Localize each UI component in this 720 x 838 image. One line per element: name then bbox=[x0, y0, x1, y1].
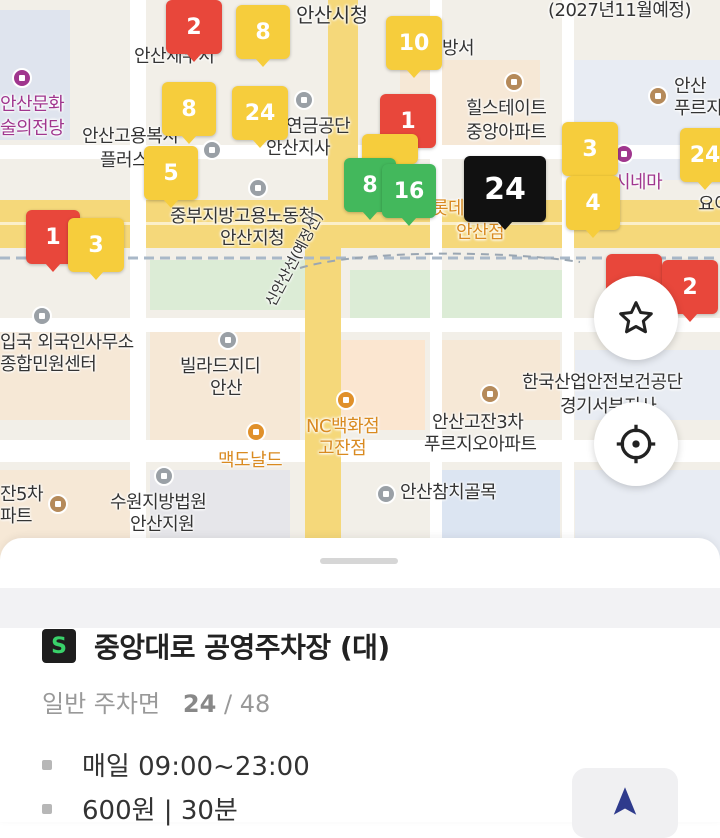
landmark-icon bbox=[218, 330, 238, 350]
fee-row: 600원 | 30분 bbox=[42, 790, 238, 827]
label-hillstate-1: 힐스테이트 bbox=[466, 98, 547, 119]
parking-marker[interactable]: 24 bbox=[680, 128, 720, 190]
building-icon bbox=[294, 90, 314, 110]
label-planned: (2027년11월예정) bbox=[548, 0, 692, 21]
label-city-hall: 안산시청 bbox=[296, 3, 368, 27]
availability-count: 24 bbox=[182, 690, 217, 718]
label-nc-1: NC백화점 bbox=[306, 416, 380, 437]
label-employ-2: 플러스 bbox=[100, 150, 149, 171]
label-gojan-2: 푸르지오아파트 bbox=[424, 434, 537, 455]
apartment-icon bbox=[48, 494, 68, 514]
parking-marker[interactable]: 8 bbox=[236, 5, 290, 67]
label-prugio-1: 안산 bbox=[674, 76, 707, 97]
parking-marker-selected[interactable]: 24 bbox=[464, 156, 546, 230]
availability-label: 일반 주차면 bbox=[42, 690, 161, 718]
building-icon bbox=[248, 178, 268, 198]
label-labor-2: 안산지청 bbox=[220, 228, 285, 249]
label-gojan5-1: 잔5차 bbox=[0, 484, 44, 505]
parking-marker[interactable]: 4 bbox=[566, 176, 620, 238]
label-lotte-1: 롯데 bbox=[432, 198, 465, 219]
label-gojan5-2: 파트 bbox=[0, 506, 33, 527]
star-icon bbox=[619, 301, 653, 334]
label-villa-1: 빌라드지디 bbox=[180, 356, 261, 377]
label-chamchi: 안산참치골목 bbox=[400, 482, 497, 503]
label-hillstate-2: 중앙아파트 bbox=[466, 122, 547, 143]
parking-title: 중앙대로 공영주차장 (대) bbox=[94, 631, 390, 664]
apartment-icon bbox=[648, 86, 668, 106]
favorite-button[interactable] bbox=[594, 276, 678, 360]
label-immigration-2: 종합민원센터 bbox=[0, 354, 97, 375]
label-prugio-2: 푸르지 bbox=[674, 98, 720, 119]
availability-total: 48 bbox=[239, 690, 271, 718]
map-view[interactable]: 안산시청 (2027년11월예정) 안산세무서 방서 안산문화 술의전당 안산고… bbox=[0, 0, 720, 560]
parking-marker[interactable]: 10 bbox=[386, 16, 442, 78]
parking-marker[interactable]: 3 bbox=[68, 218, 124, 280]
parking-detail-sheet[interactable]: S 중앙대로 공영주차장 (대) 일반 주차면 24 / 48 매일 09:00… bbox=[0, 538, 720, 838]
label-pension-1: 연금공단 bbox=[286, 116, 351, 137]
hours-row: 매일 09:00~23:00 bbox=[42, 746, 310, 783]
building-icon bbox=[32, 306, 52, 326]
culture-center-icon bbox=[12, 68, 32, 88]
label-fire-station: 방서 bbox=[442, 38, 475, 59]
availability-separator: / bbox=[223, 690, 233, 718]
parking-marker[interactable]: 2 bbox=[166, 0, 222, 62]
parking-type-badge: S bbox=[42, 629, 76, 663]
label-gojan-1: 안산고잔3차 bbox=[432, 412, 524, 433]
label-villa-2: 안산 bbox=[210, 378, 243, 399]
label-court-1: 수원지방법원 bbox=[110, 492, 207, 513]
label-nc-2: 고잔점 bbox=[318, 438, 367, 459]
navigation-arrow-icon bbox=[613, 787, 637, 815]
apartment-icon bbox=[504, 72, 524, 92]
flag-icon bbox=[376, 484, 396, 504]
parking-marker[interactable]: 24 bbox=[232, 86, 288, 148]
building-icon bbox=[202, 140, 222, 160]
navigate-button[interactable] bbox=[572, 768, 678, 838]
crosshair-icon bbox=[616, 424, 656, 464]
label-cinema: 시네마 bbox=[614, 172, 663, 193]
parking-marker[interactable]: 3 bbox=[562, 122, 618, 184]
label-culture-1: 안산문화 bbox=[0, 94, 65, 115]
label-labor-1: 중부지방고용노동청 bbox=[170, 206, 315, 227]
label-kosha-1: 한국산업안전보건공단 bbox=[522, 372, 683, 393]
court-icon bbox=[154, 466, 174, 486]
label-mcdonalds: 맥도날드 bbox=[218, 450, 283, 471]
apartment-icon bbox=[480, 384, 500, 404]
bullet-icon bbox=[42, 759, 52, 770]
parking-title-row: S 중앙대로 공영주차장 (대) bbox=[42, 626, 390, 666]
label-pension-2: 안산지사 bbox=[266, 138, 331, 159]
label-immigration-1: 입국 외국인사무소 bbox=[0, 332, 134, 353]
parking-marker[interactable]: 5 bbox=[144, 146, 198, 208]
operating-hours: 매일 09:00~23:00 bbox=[82, 752, 310, 782]
label-culture-2: 술의전당 bbox=[0, 118, 65, 139]
label-court-2: 안산지원 bbox=[130, 514, 195, 535]
parking-availability: 일반 주차면 24 / 48 bbox=[42, 684, 270, 719]
locate-button[interactable] bbox=[594, 402, 678, 486]
sheet-divider bbox=[0, 588, 720, 628]
bullet-icon bbox=[42, 803, 52, 814]
label-yoe: 요이 bbox=[698, 194, 720, 215]
sheet-drag-handle[interactable] bbox=[320, 558, 398, 564]
shopping-icon bbox=[336, 390, 356, 410]
restaurant-icon bbox=[246, 422, 266, 442]
parking-marker[interactable]: 16 bbox=[382, 164, 436, 226]
parking-marker[interactable]: 8 bbox=[162, 82, 216, 144]
parking-fee: 600원 | 30분 bbox=[82, 796, 238, 826]
